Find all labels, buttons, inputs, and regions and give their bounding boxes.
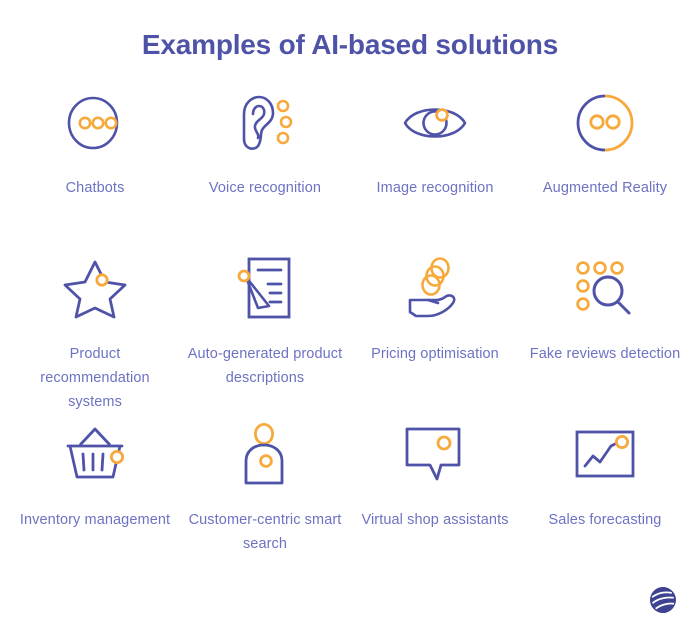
brand-diamond-logo (648, 585, 678, 615)
solution-item-voice-recognition: Voice recognition (180, 84, 350, 250)
solution-label: Customer-centric smart search (188, 511, 342, 552)
solution-item-chatbots: Chatbots (10, 84, 180, 250)
solution-label: Virtual shop assistants (361, 511, 509, 528)
solutions-grid: Chatbots Voice recognition Image recogni… (0, 84, 700, 566)
person-icon (238, 416, 292, 494)
solution-label: Product recommendation systems (40, 345, 150, 411)
solution-item-pricing-optimisation: Pricing optimisation (350, 250, 520, 416)
solution-label: Sales forecasting (548, 511, 662, 528)
solution-item-virtual-shop-assistants: Virtual shop assistants (350, 416, 520, 566)
speech-bubble-icon (403, 416, 467, 494)
document-pen-icon (236, 250, 294, 328)
solution-label: Inventory management (19, 511, 171, 528)
ear-soundwaves-icon (234, 84, 296, 162)
solution-label: Voice recognition (208, 179, 322, 196)
star-icon (62, 250, 128, 328)
hand-coins-icon (404, 250, 466, 328)
solution-item-fake-reviews-detection: Fake reviews detection (520, 250, 690, 416)
eye-icon (401, 84, 469, 162)
solution-label: Image recognition (376, 179, 494, 196)
solution-label: Augmented Reality (542, 179, 668, 196)
trend-chart-icon (573, 416, 637, 494)
vr-goggles-icon (574, 84, 636, 162)
solution-item-product-recommendation: Product recommendation systems (10, 250, 180, 416)
infographic-root: Examples of AI-based solutions Chatbots (0, 0, 700, 633)
magnifier-dots-icon (574, 250, 636, 328)
chat-circle-dots-icon (64, 84, 126, 162)
page-title: Examples of AI-based solutions (141, 29, 559, 60)
solution-label: Auto-generated product descriptions (187, 345, 343, 386)
solution-item-sales-forecasting: Sales forecasting (520, 416, 690, 566)
solution-label: Fake reviews detection (529, 345, 681, 362)
solution-item-auto-descriptions: Auto-generated product descriptions (180, 250, 350, 416)
solution-label: Chatbots (65, 179, 125, 196)
solution-item-augmented-reality: Augmented Reality (520, 84, 690, 250)
shopping-basket-icon (62, 416, 128, 494)
solution-item-image-recognition: Image recognition (350, 84, 520, 250)
solution-label: Pricing optimisation (371, 345, 499, 362)
solution-item-customer-centric-search: Customer-centric smart search (180, 416, 350, 566)
solution-item-inventory-management: Inventory management (10, 416, 180, 566)
